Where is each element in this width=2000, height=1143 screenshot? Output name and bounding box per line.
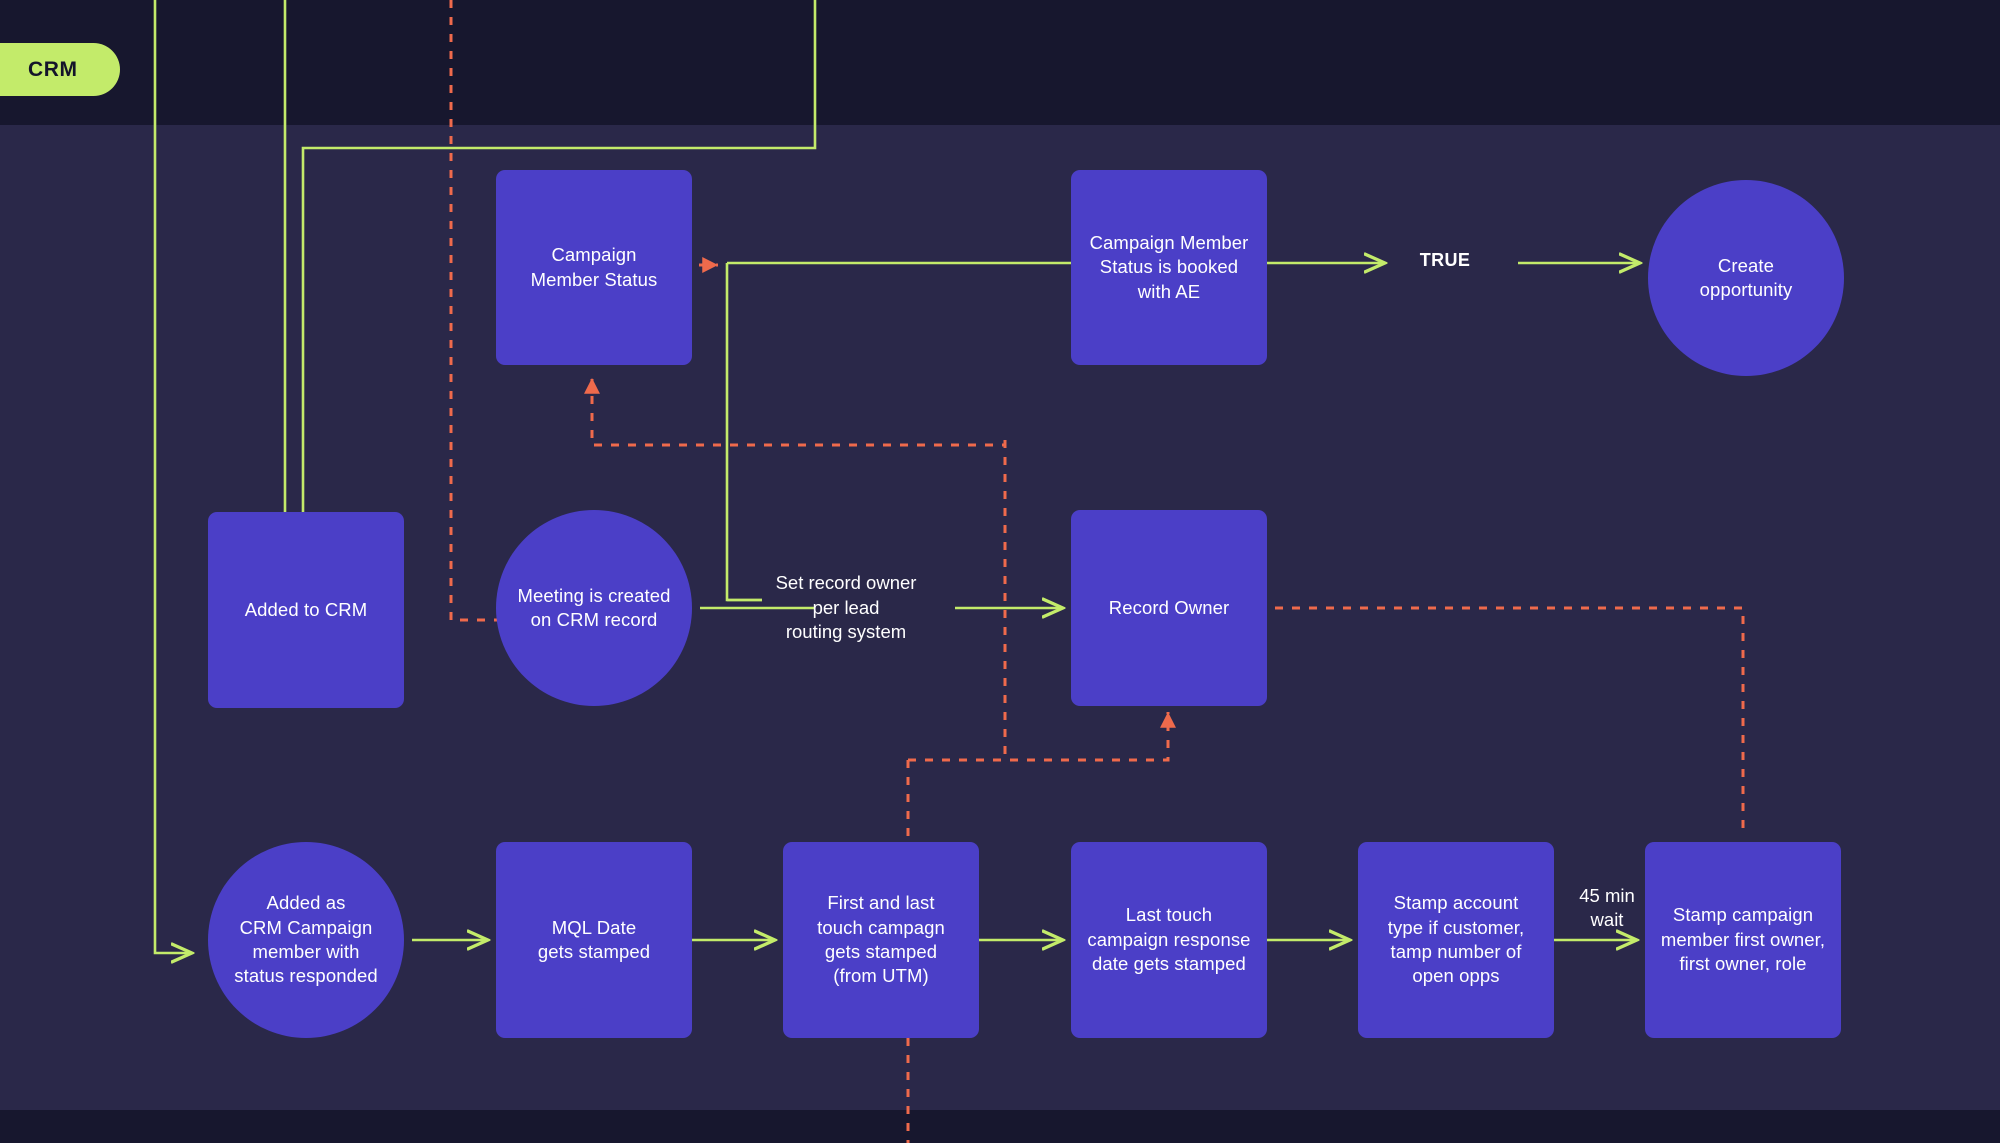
node-added-to-crm[interactable]: Added to CRM (208, 512, 404, 708)
label-45-min-wait: 45 min wait (1579, 884, 1635, 930)
node-mql-date-gets-stamped[interactable]: MQL Date gets stamped (496, 842, 692, 1038)
node-meeting-created-on-crm-record[interactable]: Meeting is created on CRM record (496, 510, 692, 706)
diagram-canvas: CRM Campaign Member Status Campaign Memb… (0, 0, 2000, 1143)
node-stamp-campaign-member-first-owner[interactable]: Stamp campaign member first owner, first… (1645, 842, 1841, 1038)
node-added-as-crm-campaign-member[interactable]: Added as CRM Campaign member with status… (208, 842, 404, 1038)
node-last-touch-campaign-response-date[interactable]: Last touch campaign response date gets s… (1071, 842, 1267, 1038)
node-first-and-last-touch-campaign[interactable]: First and last touch campagn gets stampe… (783, 842, 979, 1038)
node-campaign-member-status[interactable]: Campaign Member Status (496, 170, 692, 365)
node-campaign-member-status-booked[interactable]: Campaign Member Status is booked with AE (1071, 170, 1267, 365)
node-stamp-account-type[interactable]: Stamp account type if customer, tamp num… (1358, 842, 1554, 1038)
top-band (0, 0, 2000, 125)
node-record-owner[interactable]: Record Owner (1071, 510, 1267, 706)
label-true: TRUE (1419, 250, 1471, 271)
node-create-opportunity[interactable]: Create opportunity (1648, 180, 1844, 376)
crm-badge-label: CRM (28, 57, 78, 81)
bottom-band (0, 1110, 2000, 1143)
label-set-record-owner: Set record owner per lead routing system (775, 572, 917, 643)
crm-badge: CRM (0, 43, 120, 96)
